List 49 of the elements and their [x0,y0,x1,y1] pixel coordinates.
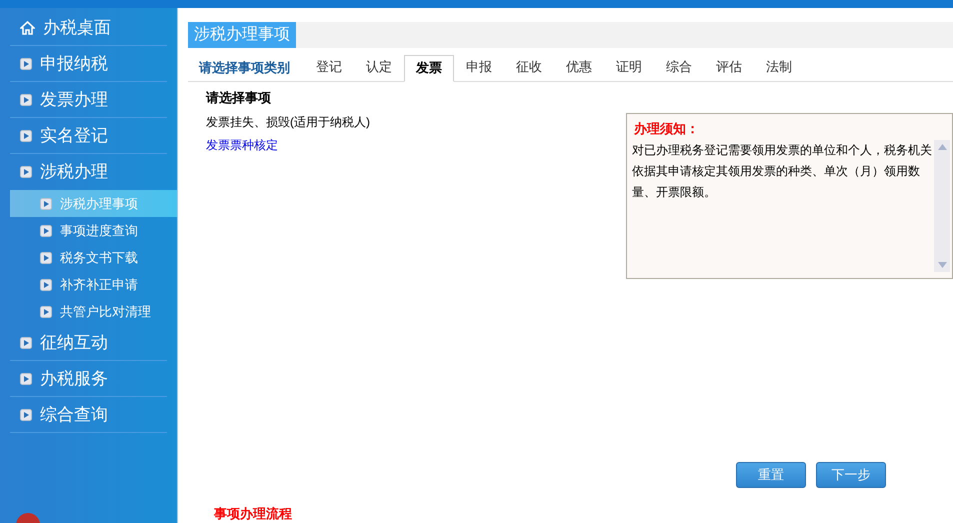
play-icon [40,306,52,318]
category-tab[interactable]: 登记 [304,54,354,80]
category-tab[interactable]: 申报 [454,54,504,80]
play-icon [40,252,52,264]
sidebar-item[interactable]: 办税服务 [10,361,167,397]
sidebar-subitem[interactable]: 事项进度查询 [10,217,177,244]
action-button[interactable]: 下一步 [816,462,886,488]
sidebar-subitem[interactable]: 共管户比对清理 [10,298,177,325]
category-tab[interactable]: 评估 [704,54,754,80]
notice-text: 对已办理税务登记需要领用发票的单位和个人，税务机关依据其申请核定其领用发票的种类、单次（月）领用数量、开票限额。 [631,142,933,200]
category-tab[interactable]: 法制 [754,54,804,80]
play-icon [20,166,32,178]
play-icon [20,58,32,70]
scroll-up-icon[interactable] [938,144,946,150]
page-title: 涉税办理事项 [188,22,296,48]
sidebar-item[interactable]: 实名登记 [10,118,167,154]
category-tab[interactable]: 征收 [504,54,554,80]
sidebar-subitem[interactable]: 税务文书下载 [10,244,177,271]
item-link[interactable]: 发票票种核定 [206,134,626,156]
category-tab[interactable]: 综合 [654,54,704,80]
sidebar-item[interactable]: 涉税办理 [10,154,167,190]
flow-heading: 事项办理流程 [214,504,293,522]
play-icon [20,408,32,420]
play-icon [20,130,32,142]
scroll-down-icon[interactable] [938,262,946,268]
category-tab[interactable]: 优惠 [554,54,604,80]
category-label: 请选择事项类别 [198,58,291,77]
items-heading: 请选择事项 [206,88,272,106]
play-icon [20,372,32,384]
action-button[interactable]: 重置 [736,462,806,488]
notice-title: 办理须知： [632,120,700,138]
sidebar-item[interactable]: 办税桌面 [10,10,167,46]
sidebar-item[interactable]: 申报纳税 [10,46,167,82]
home-icon [20,20,35,34]
sidebar-subitem[interactable]: 涉税办理事项 [10,190,177,217]
sidebar-item[interactable]: 征纳互动 [10,325,167,361]
play-icon [20,336,32,348]
play-icon [40,224,52,236]
item-label: 发票挂失、损毁(适用于纳税人) [206,114,371,130]
sidebar-subitem[interactable]: 补齐补正申请 [10,271,177,298]
play-icon [20,94,32,106]
play-icon [40,278,52,290]
category-tab[interactable]: 发票 [404,54,454,82]
play-icon [40,198,52,210]
sidebar-item[interactable]: 发票办理 [10,82,167,118]
category-tab[interactable]: 证明 [604,54,654,80]
sidebar-item[interactable]: 综合查询 [10,397,167,433]
scrollbar[interactable] [934,140,950,272]
category-tab[interactable]: 认定 [354,54,404,80]
